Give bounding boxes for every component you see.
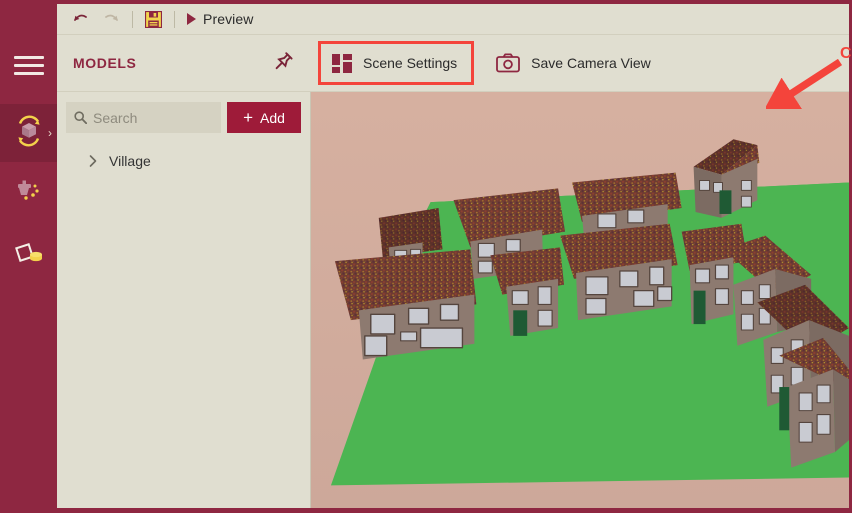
scene-settings-button[interactable]: Scene Settings (317, 41, 475, 85)
search-box[interactable] (66, 102, 221, 133)
models-tree: Village (66, 149, 301, 173)
search-row: + Add (66, 102, 301, 133)
tree-item-label: Village (109, 153, 151, 169)
redo-button[interactable] (96, 5, 127, 34)
diamond-coins-icon (13, 237, 45, 274)
sidebar-item-assets[interactable] (0, 226, 57, 284)
village-scene-render (311, 92, 849, 508)
rotating-cube-icon (12, 114, 46, 153)
preview-label: Preview (203, 11, 254, 27)
play-icon (187, 13, 196, 25)
tree-item-village[interactable]: Village (66, 149, 301, 173)
search-icon (74, 111, 88, 125)
grid-tiles-icon (332, 53, 352, 73)
scene-toolbar: Scene Settings Save Camera View Click He… (311, 35, 852, 113)
top-toolbar: Preview (57, 4, 849, 35)
models-panel-header: MODELS (57, 35, 311, 92)
toolbar-divider-1 (132, 10, 133, 28)
page-title: MODELS (73, 55, 137, 71)
3d-viewport[interactable] (311, 92, 849, 508)
sidebar-item-resources[interactable] (0, 166, 57, 224)
camera-icon (496, 53, 521, 73)
models-panel: + Add Village (57, 92, 311, 508)
chevron-right-icon: › (48, 126, 52, 140)
preview-button[interactable]: Preview (180, 5, 261, 34)
save-floppy-icon (144, 10, 163, 28)
chevron-right-icon[interactable] (86, 154, 100, 168)
pin-panel-button[interactable] (273, 50, 295, 77)
pin-icon (273, 50, 295, 77)
save-camera-view-button[interactable]: Save Camera View (485, 44, 665, 82)
hamburger-menu-icon (13, 51, 44, 80)
click-here-annotation: Click Here (840, 45, 852, 62)
redo-icon (103, 12, 120, 26)
plus-icon: + (243, 108, 253, 127)
save-camera-view-label: Save Camera View (531, 55, 651, 71)
add-model-button[interactable]: + Add (227, 102, 301, 133)
header-row: MODELS Scene Settings Save Camera View C (57, 35, 852, 113)
save-button[interactable] (138, 5, 169, 34)
sidebar-item-models[interactable]: › (0, 104, 57, 162)
main-area: Preview MODELS Scene Settings Save Camer… (57, 0, 852, 513)
undo-icon (72, 12, 89, 26)
sidebar-item-menu[interactable] (0, 36, 57, 94)
toolbar-divider-2 (174, 10, 175, 28)
content-body: + Add Village (57, 92, 849, 508)
undo-button[interactable] (65, 5, 96, 34)
search-input[interactable] (93, 109, 213, 126)
add-button-label: Add (260, 109, 285, 126)
scene-settings-label: Scene Settings (363, 55, 458, 71)
app-window: › Preview MODELS Scene Settings Save Cam… (0, 0, 852, 513)
left-nav-rail: › (0, 0, 57, 513)
building (560, 223, 678, 321)
faucet-coins-icon (13, 177, 45, 214)
